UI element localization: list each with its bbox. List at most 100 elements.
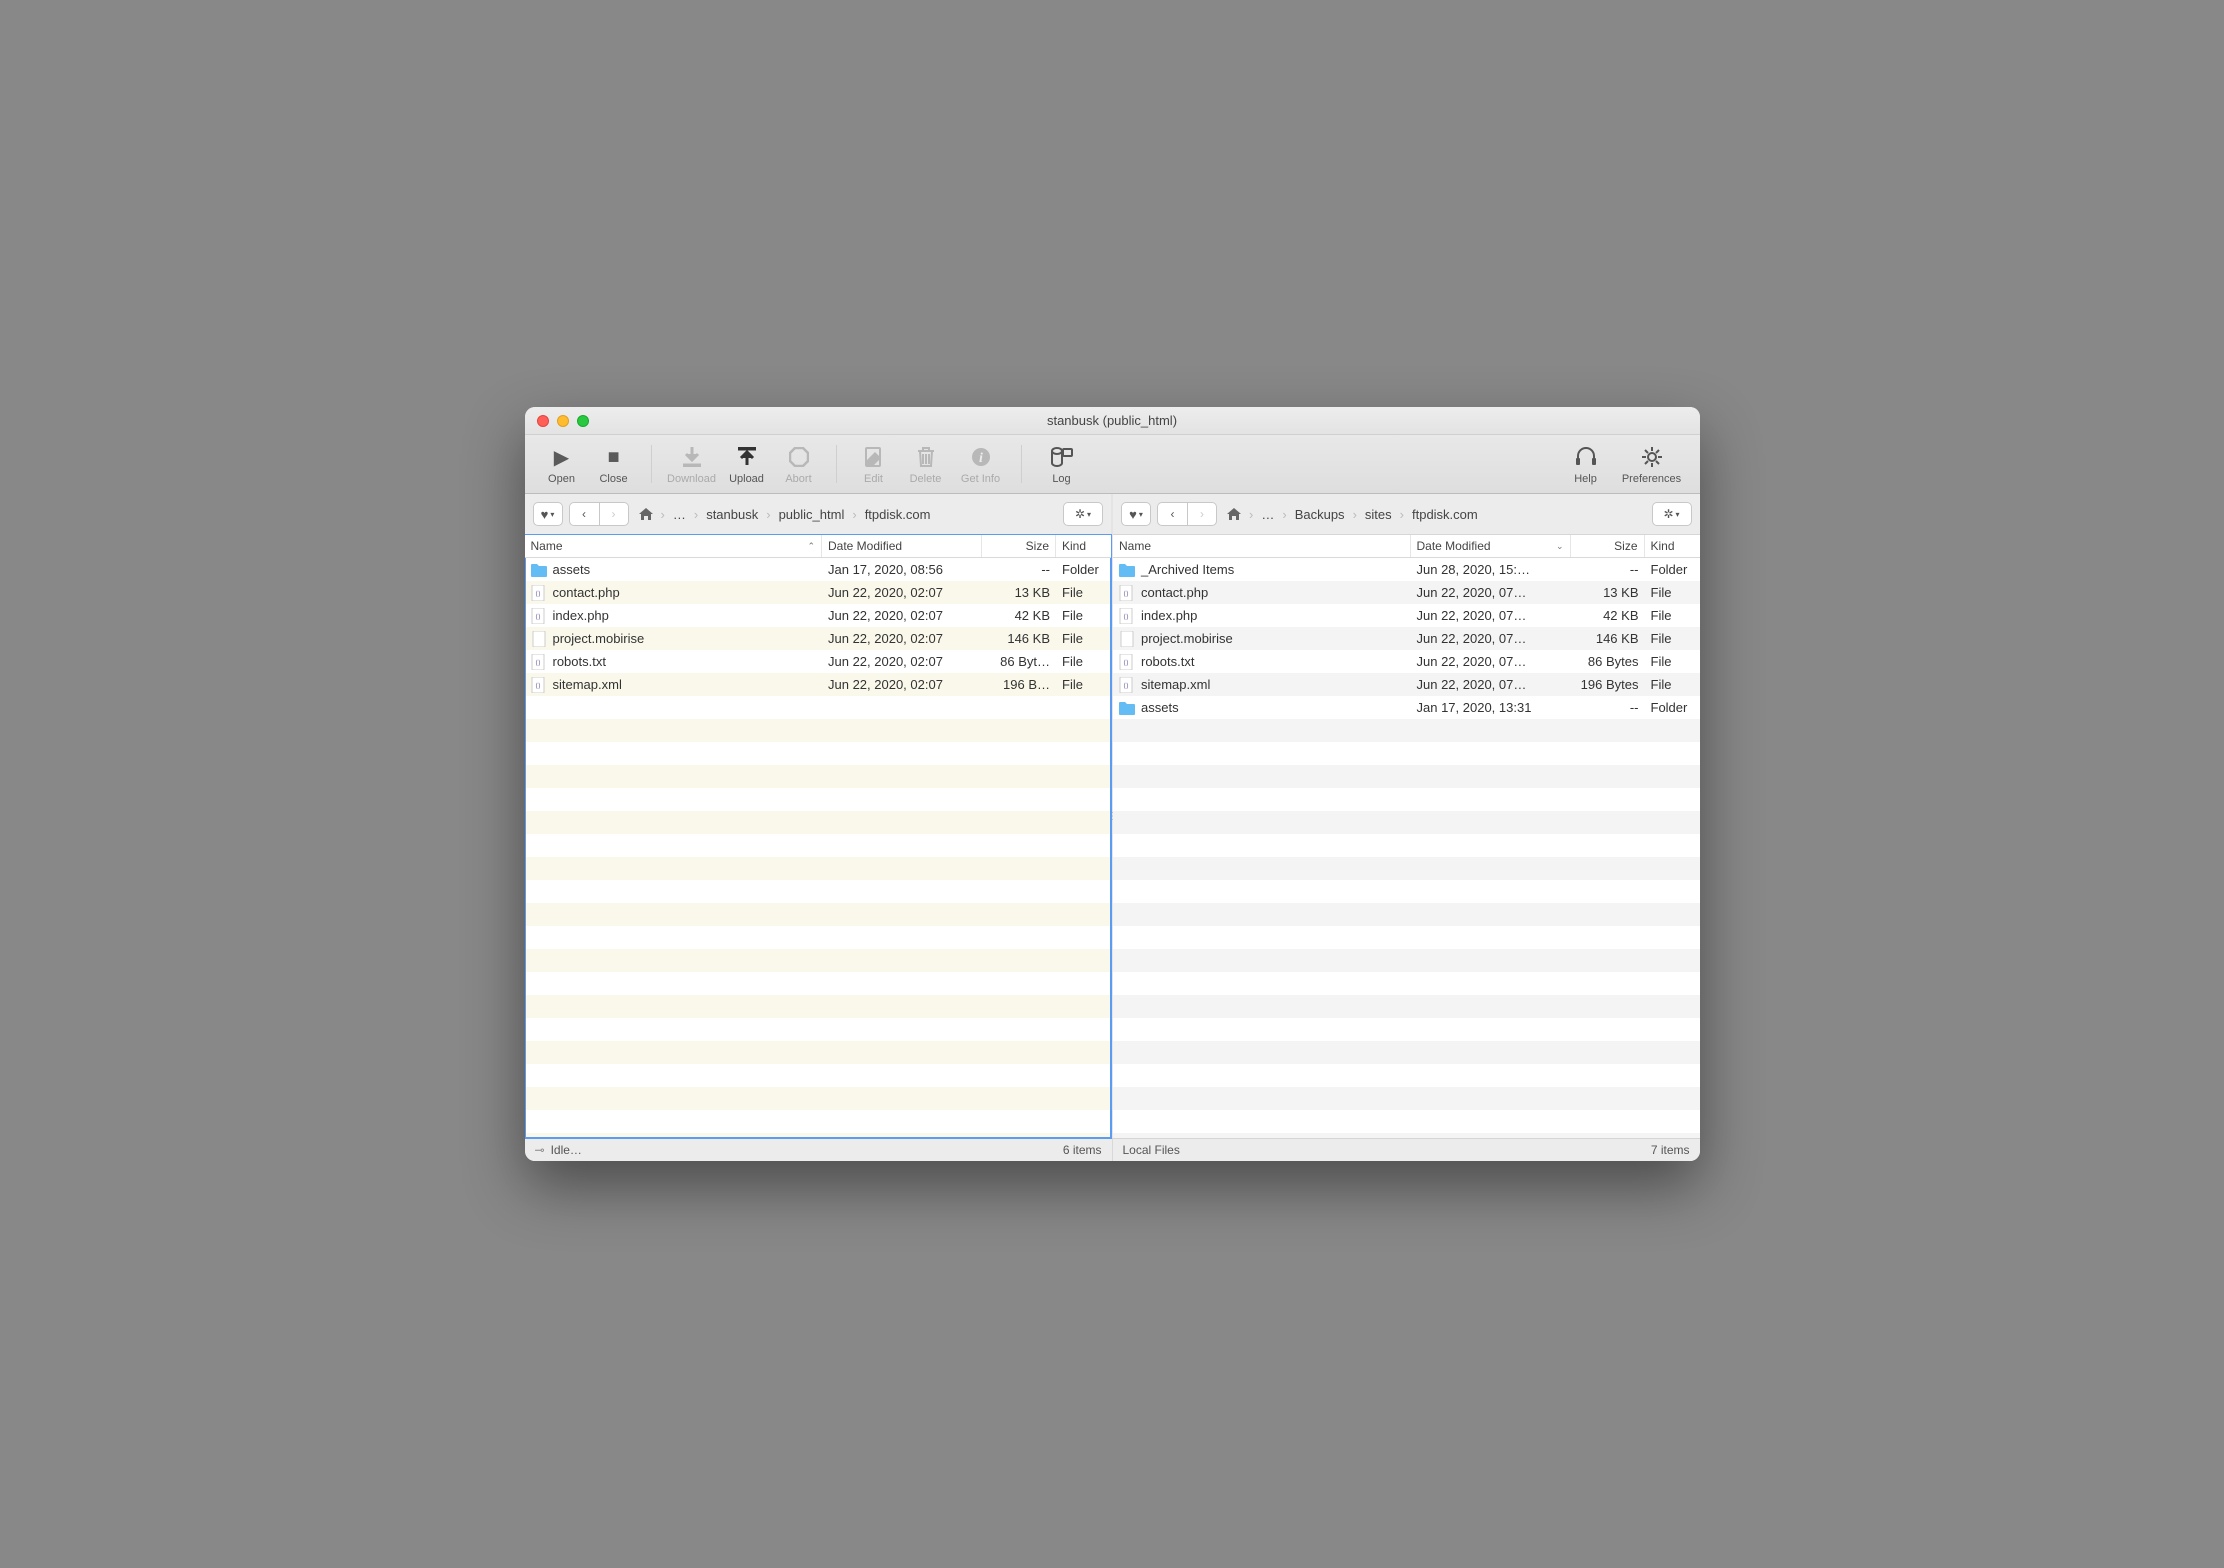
upload-button[interactable]: Upload — [722, 441, 772, 487]
file-name: project.mobirise — [1141, 631, 1233, 646]
chevron-right-icon: › — [1200, 507, 1204, 521]
file-row[interactable]: project.mobiriseJun 22, 2020, 02:07146 K… — [525, 627, 1112, 650]
window-title: stanbusk (public_html) — [525, 413, 1700, 428]
forward-button[interactable]: › — [599, 502, 629, 526]
play-icon: ▶ — [554, 443, 569, 471]
right-rows: _Archived ItemsJun 28, 2020, 15:…--Folde… — [1113, 558, 1700, 1138]
breadcrumb-item[interactable]: stanbusk — [702, 505, 762, 524]
file-kind: Folder — [1056, 562, 1111, 577]
edit-icon — [864, 443, 884, 471]
chevron-left-icon: ‹ — [1171, 507, 1175, 521]
home-crumb[interactable] — [635, 506, 657, 522]
file-row[interactable]: ⟨⟩index.phpJun 22, 2020, 02:0742 KBFile — [525, 604, 1112, 627]
abort-icon — [789, 443, 809, 471]
file-date: Jun 22, 2020, 07… — [1411, 654, 1571, 669]
open-button[interactable]: ▶ Open — [537, 441, 587, 487]
svg-text:⟨⟩: ⟨⟩ — [535, 613, 541, 621]
column-header-date[interactable]: Date Modified — [822, 535, 982, 557]
column-header-kind[interactable]: Kind — [1645, 535, 1700, 557]
file-date: Jun 22, 2020, 02:07 — [822, 631, 982, 646]
svg-text:⟨⟩: ⟨⟩ — [1123, 613, 1129, 621]
heart-icon: ♥ — [541, 507, 549, 522]
help-button[interactable]: Help — [1558, 441, 1614, 487]
chevron-right-icon: › — [612, 507, 616, 521]
breadcrumb-item[interactable]: … — [669, 505, 690, 524]
forward-button[interactable]: › — [1187, 502, 1217, 526]
file-name: index.php — [1141, 608, 1197, 623]
file-row[interactable]: assetsJan 17, 2020, 08:56--Folder — [525, 558, 1112, 581]
breadcrumb-item[interactable]: Backups — [1291, 505, 1349, 524]
left-filelist[interactable]: Name⌃ Date Modified Size Kind assetsJan … — [525, 535, 1112, 1138]
edit-button[interactable]: Edit — [849, 441, 899, 487]
file-row[interactable]: assetsJan 17, 2020, 13:31--Folder — [1113, 696, 1700, 719]
file-date: Jun 28, 2020, 15:… — [1411, 562, 1571, 577]
breadcrumb-item[interactable]: ftpdisk.com — [861, 505, 935, 524]
preferences-button[interactable]: Preferences — [1616, 441, 1688, 487]
file-row[interactable]: _Archived ItemsJun 28, 2020, 15:…--Folde… — [1113, 558, 1700, 581]
upload-icon — [738, 443, 756, 471]
toolbar-separator — [651, 445, 652, 483]
php-icon: ⟨⟩ — [531, 677, 547, 693]
file-row[interactable]: ⟨⟩sitemap.xmlJun 22, 2020, 02:07196 B…Fi… — [525, 673, 1112, 696]
column-header-name[interactable]: Name⌃ — [525, 535, 823, 557]
sort-asc-icon: ⌃ — [807, 541, 815, 552]
chevron-left-icon: ‹ — [582, 507, 586, 521]
column-header-date[interactable]: Date Modified⌄ — [1411, 535, 1571, 557]
file-name: project.mobirise — [553, 631, 645, 646]
file-date: Jan 17, 2020, 08:56 — [822, 562, 982, 577]
breadcrumb-item[interactable]: ftpdisk.com — [1408, 505, 1482, 524]
favorites-button[interactable]: ♥▾ — [1121, 502, 1151, 526]
info-icon: i — [971, 443, 991, 471]
breadcrumb-item[interactable]: … — [1257, 505, 1278, 524]
home-crumb[interactable] — [1223, 506, 1245, 522]
log-button[interactable]: Log — [1034, 441, 1090, 487]
favorites-button[interactable]: ♥▾ — [533, 502, 563, 526]
file-row[interactable]: ⟨⟩robots.txtJun 22, 2020, 07…86 BytesFil… — [1113, 650, 1700, 673]
file-row[interactable]: ⟨⟩robots.txtJun 22, 2020, 02:0786 Byt…Fi… — [525, 650, 1112, 673]
home-icon — [639, 508, 653, 520]
actions-menu-button[interactable]: ✲▾ — [1063, 502, 1103, 526]
right-pathbar: ♥▾ ‹ › › … › Backups › sites › ftpdisk.c… — [1113, 494, 1700, 535]
php-icon: ⟨⟩ — [1119, 654, 1135, 670]
right-status: Local Files 7 items — [1112, 1139, 1700, 1161]
breadcrumb-item[interactable]: sites — [1361, 505, 1396, 524]
chevron-down-icon: ▾ — [1676, 510, 1680, 519]
download-button[interactable]: Download — [664, 441, 720, 487]
back-button[interactable]: ‹ — [569, 502, 599, 526]
actions-menu-button[interactable]: ✲▾ — [1652, 502, 1692, 526]
file-name: robots.txt — [1141, 654, 1194, 669]
toolbar: ▶ Open ■ Close Download Upload — [525, 435, 1700, 494]
left-column-headers: Name⌃ Date Modified Size Kind — [525, 535, 1112, 558]
column-header-kind[interactable]: Kind — [1056, 535, 1111, 557]
close-button[interactable]: ■ Close — [589, 441, 639, 487]
file-date: Jun 22, 2020, 07… — [1411, 585, 1571, 600]
back-button[interactable]: ‹ — [1157, 502, 1187, 526]
file-row[interactable]: project.mobiriseJun 22, 2020, 07…146 KBF… — [1113, 627, 1700, 650]
file-kind: Folder — [1645, 700, 1700, 715]
folder-icon — [531, 562, 547, 578]
file-name: sitemap.xml — [1141, 677, 1210, 692]
svg-text:⟨⟩: ⟨⟩ — [1123, 682, 1129, 690]
file-size: 86 Bytes — [1571, 654, 1645, 669]
getinfo-button[interactable]: i Get Info — [953, 441, 1009, 487]
column-header-name[interactable]: Name — [1113, 535, 1411, 557]
svg-text:⟨⟩: ⟨⟩ — [535, 682, 541, 690]
chevron-right-icon: › — [1351, 507, 1359, 522]
file-row[interactable]: ⟨⟩contact.phpJun 22, 2020, 02:0713 KBFil… — [525, 581, 1112, 604]
right-filelist[interactable]: Name Date Modified⌄ Size Kind _Archived … — [1113, 535, 1700, 1138]
svg-text:⟨⟩: ⟨⟩ — [1123, 659, 1129, 667]
left-breadcrumbs: › … › stanbusk › public_html › ftpdisk.c… — [635, 505, 935, 524]
file-size: 86 Byt… — [982, 654, 1056, 669]
column-header-size[interactable]: Size — [1571, 535, 1645, 557]
file-size: -- — [1571, 562, 1645, 577]
download-icon — [683, 443, 701, 471]
file-row[interactable]: ⟨⟩contact.phpJun 22, 2020, 07…13 KBFile — [1113, 581, 1700, 604]
file-size: 13 KB — [982, 585, 1056, 600]
breadcrumb-item[interactable]: public_html — [775, 505, 849, 524]
abort-button[interactable]: Abort — [774, 441, 824, 487]
column-header-size[interactable]: Size — [982, 535, 1056, 557]
file-row[interactable]: ⟨⟩sitemap.xmlJun 22, 2020, 07…196 BytesF… — [1113, 673, 1700, 696]
delete-button[interactable]: Delete — [901, 441, 951, 487]
right-status-text: Local Files — [1123, 1143, 1180, 1157]
file-row[interactable]: ⟨⟩index.phpJun 22, 2020, 07…42 KBFile — [1113, 604, 1700, 627]
